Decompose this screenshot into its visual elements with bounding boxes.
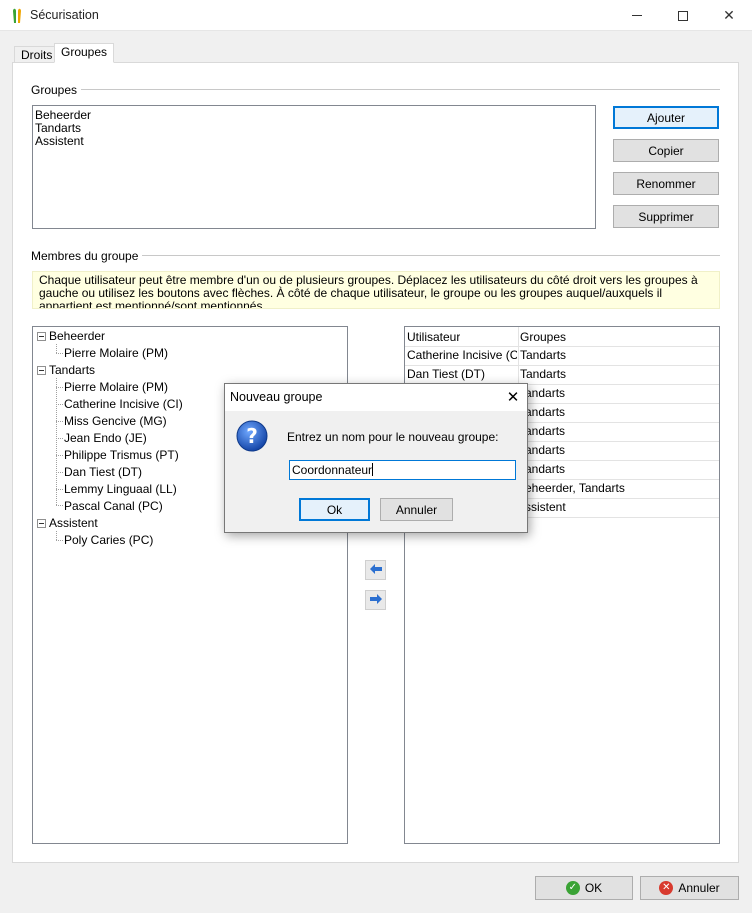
dialog-title-bar: Nouveau groupe ✕: [225, 384, 527, 411]
tree-group-node[interactable]: Assistent: [49, 517, 98, 530]
arrow-right-icon: [369, 593, 383, 608]
minimize-button[interactable]: [614, 0, 660, 31]
tab-groupes-label: Groupes: [61, 45, 108, 59]
grid-cell-user[interactable]: Catherine Incisive (CI): [407, 349, 517, 362]
move-right-button[interactable]: [365, 590, 386, 610]
tree-member-node[interactable]: Pascal Canal (PC): [64, 500, 163, 513]
move-left-button[interactable]: [365, 560, 386, 580]
cancel-button-label: Annuler: [678, 881, 720, 895]
tree-member-node[interactable]: Jean Endo (JE): [64, 432, 147, 445]
dialog-ok-button[interactable]: Ok: [299, 498, 370, 521]
delete-group-button[interactable]: Supprimer: [613, 205, 719, 228]
tree-connector: [56, 438, 63, 439]
maximize-button[interactable]: [660, 0, 706, 31]
window-title: Sécurisation: [30, 8, 99, 22]
dialog-close-button[interactable]: ✕: [503, 387, 523, 407]
grid-header-groups[interactable]: Groupes: [520, 331, 566, 344]
grid-cell-user[interactable]: Dan Tiest (DT): [407, 368, 517, 381]
svg-text:?: ?: [246, 424, 258, 448]
tree-member-node[interactable]: Pierre Molaire (PM): [64, 381, 168, 394]
cancel-button[interactable]: ✕ Annuler: [640, 876, 739, 900]
dialog-prompt: Entrez un nom pour le nouveau groupe:: [287, 430, 499, 444]
tab-groupes[interactable]: Groupes: [54, 43, 115, 63]
grid-row-divider: [405, 365, 719, 366]
check-circle-icon: ✓: [565, 881, 580, 895]
groups-section-label: Groupes: [31, 83, 82, 97]
tree-member-node[interactable]: Pierre Molaire (PM): [64, 347, 168, 360]
title-bar: Sécurisation ✕: [0, 0, 752, 31]
tree-member-node[interactable]: Dan Tiest (DT): [64, 466, 142, 479]
dialog-title: Nouveau groupe: [230, 390, 323, 404]
new-group-dialog: Nouveau groupe ✕ ? Entrez un nom pour le…: [224, 383, 528, 533]
copy-group-button[interactable]: Copier: [613, 139, 719, 162]
close-icon: ✕: [723, 7, 735, 23]
collapse-toggle-icon[interactable]: [37, 366, 46, 375]
dialog-cancel-button[interactable]: Annuler: [380, 498, 453, 521]
text-caret: [372, 463, 374, 476]
maximize-icon: [678, 10, 688, 21]
members-section-label: Membres du groupe: [31, 249, 143, 263]
grid-row-divider: [405, 346, 719, 347]
groups-listbox[interactable]: Beheerder Tandarts Assistent: [32, 105, 596, 229]
tree-connector: [56, 540, 63, 541]
tree-connector: [56, 489, 63, 490]
collapse-toggle-icon[interactable]: [37, 332, 46, 341]
grid-header-user[interactable]: Utilisateur: [407, 331, 460, 344]
grid-cell-groups[interactable]: andarts: [525, 425, 565, 438]
tree-member-node[interactable]: Poly Caries (PC): [64, 534, 153, 547]
tree-connector: [56, 404, 63, 405]
members-info-box: Chaque utilisateur peut être membre d'un…: [32, 271, 720, 309]
grid-cell-groups[interactable]: Tandarts: [520, 368, 566, 381]
question-icon: ?: [236, 420, 268, 455]
tree-connector: [56, 421, 63, 422]
tree-member-node[interactable]: Lemmy Linguaal (LL): [64, 483, 177, 496]
tree-group-node[interactable]: Tandarts: [49, 364, 95, 377]
app-logo-icon: [10, 7, 24, 25]
grid-cell-groups[interactable]: andarts: [525, 387, 565, 400]
grid-cell-groups[interactable]: andarts: [525, 406, 565, 419]
grid-cell-groups[interactable]: ssistent: [525, 501, 566, 514]
collapse-toggle-icon[interactable]: [37, 519, 46, 528]
tree-member-node[interactable]: Catherine Incisive (CI): [64, 398, 183, 411]
grid-cell-groups[interactable]: andarts: [525, 444, 565, 457]
group-name-input[interactable]: Coordonnateur: [289, 460, 516, 480]
tree-connector: [56, 505, 63, 506]
minimize-icon: [632, 15, 642, 16]
group-list-item[interactable]: Assistent: [35, 135, 84, 148]
ok-button-label: OK: [584, 881, 603, 895]
close-button[interactable]: ✕: [706, 0, 752, 31]
cancel-circle-icon: ✕: [659, 881, 674, 895]
tree-connector: [56, 455, 63, 456]
grid-cell-groups[interactable]: eheerder, Tandarts: [525, 482, 625, 495]
grid-cell-groups[interactable]: andarts: [525, 463, 565, 476]
tree-member-node[interactable]: Miss Gencive (MG): [64, 415, 167, 428]
tree-connector: [56, 531, 57, 540]
tree-group-node[interactable]: Beheerder: [49, 330, 105, 343]
ok-button[interactable]: ✓ OK: [535, 876, 633, 900]
rename-group-button[interactable]: Renommer: [613, 172, 719, 195]
group-name-input-value: Coordonnateur: [292, 463, 373, 477]
grid-cell-groups[interactable]: Tandarts: [520, 349, 566, 362]
tree-connector: [56, 353, 63, 354]
tree-connector: [56, 344, 57, 353]
tab-droits[interactable]: Droits: [14, 46, 60, 63]
tab-droits-label: Droits: [21, 48, 53, 62]
tree-connector: [56, 387, 63, 388]
tree-member-node[interactable]: Philippe Trismus (PT): [64, 449, 179, 462]
tree-connector: [56, 378, 57, 505]
groups-section-divider: [31, 89, 720, 90]
close-icon: ✕: [506, 389, 520, 406]
arrow-left-icon: [369, 563, 383, 578]
add-group-button[interactable]: Ajouter: [613, 106, 719, 129]
tree-connector: [56, 472, 63, 473]
